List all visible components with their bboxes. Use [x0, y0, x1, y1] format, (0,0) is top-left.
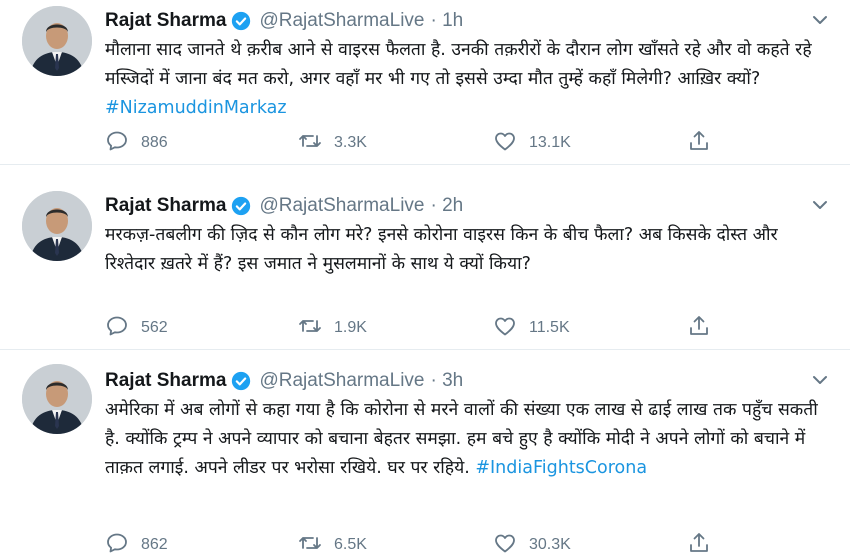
author-handle[interactable]: @RajatSharmaLive	[259, 10, 424, 32]
avatar[interactable]	[22, 191, 92, 261]
retweet-icon	[298, 314, 322, 342]
author-name[interactable]: Rajat Sharma	[105, 10, 226, 32]
reply-button[interactable]: 862	[105, 530, 168, 560]
heart-icon	[493, 129, 517, 157]
chevron-down-icon[interactable]	[810, 195, 830, 215]
tweet-header: Rajat Sharma @RajatSharmaLive · 3h	[105, 368, 463, 394]
verified-badge-icon	[231, 11, 251, 31]
reply-count: 886	[141, 134, 168, 151]
hashtag-link[interactable]: #NizamuddinMarkaz	[105, 98, 287, 118]
chevron-down-icon[interactable]	[810, 10, 830, 30]
reply-icon	[105, 531, 129, 559]
author-name[interactable]: Rajat Sharma	[105, 370, 226, 392]
reply-count: 862	[141, 536, 168, 553]
verified-badge-icon	[231, 371, 251, 391]
tweet-header: Rajat Sharma @RajatSharmaLive · 1h	[105, 8, 463, 34]
avatar[interactable]	[22, 364, 92, 434]
tweet-time[interactable]: · 1h	[430, 10, 463, 32]
tweet-body: मौलाना साद जानते थे क़रीब आने से वाइरस फ…	[105, 40, 812, 89]
tweet-body: अमेरिका में अब लोगों से कहा गया है कि को…	[105, 400, 818, 478]
reply-button[interactable]: 562	[105, 313, 168, 343]
tweet-text: मौलाना साद जानते थे क़रीब आने से वाइरस फ…	[105, 36, 830, 123]
retweet-button[interactable]: 6.5K	[298, 530, 367, 560]
tweet-text: अमेरिका में अब लोगों से कहा गया है कि को…	[105, 396, 830, 483]
tweet-actions: 862 6.5K 30.3K	[105, 530, 725, 560]
tweet-time[interactable]: · 3h	[430, 370, 463, 392]
avatar[interactable]	[22, 6, 92, 76]
share-button[interactable]	[687, 313, 711, 343]
author-handle[interactable]: @RajatSharmaLive	[259, 370, 424, 392]
heart-icon	[493, 314, 517, 342]
share-button[interactable]	[687, 128, 711, 158]
tweet[interactable]: Rajat Sharma @RajatSharmaLive · 3h अमेरि…	[0, 350, 850, 553]
tweet[interactable]: Rajat Sharma @RajatSharmaLive · 1h मौलान…	[0, 0, 850, 165]
share-icon	[687, 314, 711, 342]
heart-icon	[493, 531, 517, 559]
reply-icon	[105, 314, 129, 342]
share-icon	[687, 129, 711, 157]
like-count: 13.1K	[529, 134, 571, 151]
like-button[interactable]: 11.5K	[493, 313, 570, 343]
tweet-actions: 886 3.3K 13.1K	[105, 128, 725, 158]
like-count: 11.5K	[529, 319, 570, 336]
author-handle[interactable]: @RajatSharmaLive	[259, 195, 424, 217]
retweet-icon	[298, 129, 322, 157]
retweet-icon	[298, 531, 322, 559]
share-button[interactable]	[687, 530, 711, 560]
verified-badge-icon	[231, 196, 251, 216]
reply-icon	[105, 129, 129, 157]
tweet-body: मरकज़-तबलीग की ज़िद से कौन लोग मरे? इनसे…	[105, 225, 778, 274]
share-icon	[687, 531, 711, 559]
tweet-actions: 562 1.9K 11.5K	[105, 313, 725, 343]
like-button[interactable]: 30.3K	[493, 530, 571, 560]
reply-button[interactable]: 886	[105, 128, 168, 158]
reply-count: 562	[141, 319, 168, 336]
retweet-button[interactable]: 1.9K	[298, 313, 367, 343]
retweet-count: 6.5K	[334, 536, 367, 553]
retweet-count: 1.9K	[334, 319, 367, 336]
author-name[interactable]: Rajat Sharma	[105, 195, 226, 217]
hashtag-link[interactable]: #IndiaFightsCorona	[475, 458, 647, 478]
like-button[interactable]: 13.1K	[493, 128, 571, 158]
retweet-count: 3.3K	[334, 134, 367, 151]
tweet-header: Rajat Sharma @RajatSharmaLive · 2h	[105, 193, 463, 219]
like-count: 30.3K	[529, 536, 571, 553]
tweet-time[interactable]: · 2h	[430, 195, 463, 217]
retweet-button[interactable]: 3.3K	[298, 128, 367, 158]
tweet-text: मरकज़-तबलीग की ज़िद से कौन लोग मरे? इनसे…	[105, 221, 830, 279]
tweet[interactable]: Rajat Sharma @RajatSharmaLive · 2h मरकज़…	[0, 185, 850, 350]
chevron-down-icon[interactable]	[810, 370, 830, 390]
